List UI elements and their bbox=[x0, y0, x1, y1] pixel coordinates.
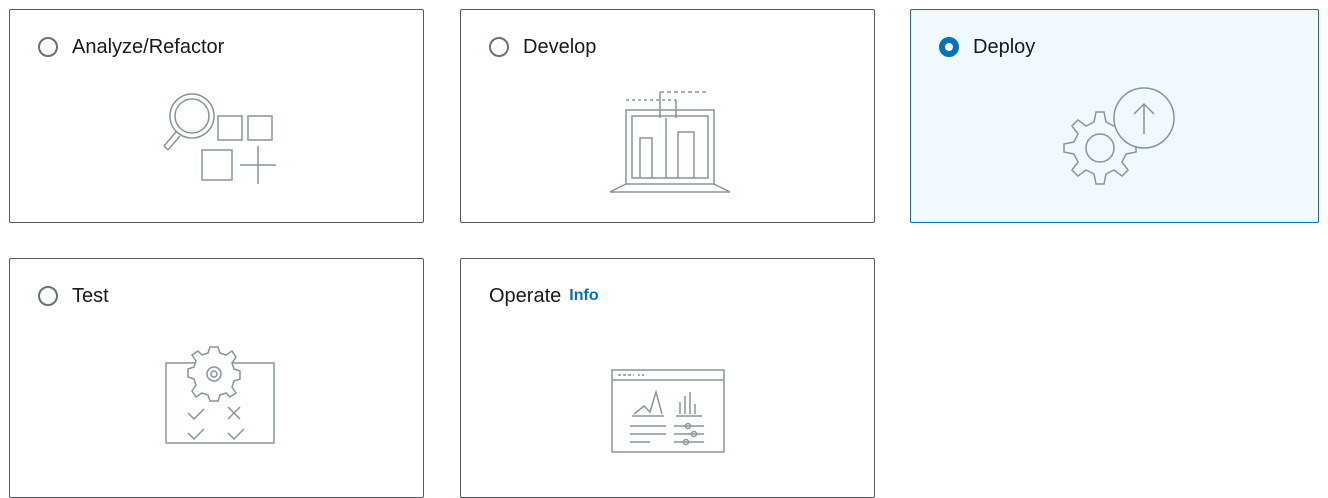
tile-deploy[interactable]: Deploy bbox=[910, 9, 1319, 223]
radio-analyze-refactor[interactable] bbox=[38, 37, 58, 57]
tile-header: Operate Info bbox=[489, 284, 599, 308]
tile-header: Analyze/Refactor bbox=[38, 35, 224, 59]
radio-test[interactable] bbox=[38, 286, 58, 306]
test-checklist-icon bbox=[165, 346, 275, 444]
tile-label: Operate bbox=[489, 285, 562, 307]
develop-laptop-icon bbox=[609, 91, 731, 193]
tile-develop[interactable]: Develop bbox=[460, 9, 875, 223]
radio-deploy[interactable] bbox=[939, 37, 959, 57]
radio-develop[interactable] bbox=[489, 37, 509, 57]
analyze-refactor-icon bbox=[163, 93, 276, 184]
tile-header: Develop bbox=[489, 35, 596, 59]
tile-analyze-refactor[interactable]: Analyze/Refactor bbox=[9, 9, 424, 223]
tile-operate[interactable]: Operate Info bbox=[460, 258, 875, 498]
tile-test[interactable]: Test bbox=[9, 258, 424, 498]
deploy-gear-upload-icon bbox=[1063, 87, 1175, 185]
tile-header: Deploy bbox=[939, 35, 1035, 59]
info-link[interactable]: Info bbox=[569, 284, 598, 308]
tile-label: Deploy bbox=[973, 36, 1036, 58]
tile-label: Develop bbox=[523, 36, 597, 58]
tile-label: Test bbox=[72, 285, 109, 307]
tile-label: Analyze/Refactor bbox=[72, 36, 225, 58]
operate-dashboard-icon bbox=[611, 369, 725, 453]
tile-header: Test bbox=[38, 284, 109, 308]
